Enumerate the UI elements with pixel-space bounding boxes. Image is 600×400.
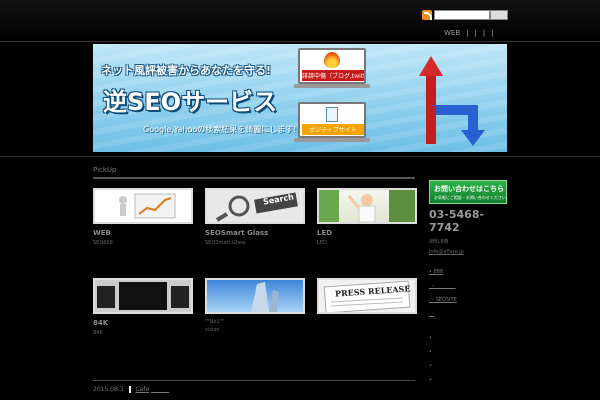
card-excerpt: SEOSmart Glass	[205, 240, 246, 246]
card-excerpt: LED	[317, 240, 327, 246]
post-meta: 2015.08.3 Cafe ______	[93, 386, 169, 393]
laptop-positive-sites: ポジティブサイト	[294, 102, 370, 142]
contact-button-subtitle: お気軽にご相談・お問い合わせください。	[434, 195, 510, 200]
thumb-vision[interactable]	[205, 278, 305, 314]
bullet: •	[429, 377, 432, 383]
nav-separator[interactable]: |	[483, 29, 485, 41]
rss-icon[interactable]	[422, 10, 432, 20]
sidebar-link-label[interactable]: SEOSITE	[436, 297, 457, 303]
document-icon	[326, 107, 338, 122]
bullet: •	[429, 363, 432, 369]
bullet: •	[429, 349, 432, 355]
nav-separator[interactable]: |	[475, 29, 477, 41]
card-title[interactable]: WEB	[93, 229, 193, 237]
bullet: •	[429, 335, 432, 341]
pickup-card-web[interactable]: WEB SEO668	[93, 188, 193, 246]
post-category-underline: ______	[151, 386, 170, 393]
person-photo-icon	[319, 190, 415, 222]
thumb-press[interactable]: PRESS RELEASE	[317, 278, 417, 314]
thumb-led[interactable]	[317, 188, 417, 224]
separator	[129, 386, 132, 393]
phone-number: 03-5468-7742	[429, 208, 485, 234]
sidebar-link[interactable]: - SEOSITE	[429, 297, 509, 311]
nav-item-web[interactable]: WEB	[444, 29, 460, 41]
card-excerpt: 84K	[93, 330, 103, 336]
laptop-negative-sites: 誹謗中傷（ブログ,twitter,2ch）	[294, 48, 370, 88]
business-hours: 9時18時	[429, 239, 449, 245]
reverse-arrows-icon	[419, 56, 485, 146]
seo-banner[interactable]: ネット風評被害からあなたを守る! 逆SEOサービス Google,Yahooの検…	[93, 44, 507, 152]
sidebar-link[interactable]: • 888	[429, 269, 509, 283]
monitors-icon	[97, 282, 189, 310]
laptop-positive-label: ポジティブサイト	[302, 124, 364, 135]
contact-button-title: お問い合わせはこちら	[434, 185, 504, 193]
pickup-card-press[interactable]: PRESS RELEASE	[317, 278, 417, 319]
banner-caption: Google,Yahooの検索結果を綺麗にします!	[143, 125, 297, 134]
sidebar-link-label[interactable]: 888	[434, 269, 444, 275]
thumb-web[interactable]	[93, 188, 193, 224]
card-excerpt: ""No1""	[205, 319, 225, 325]
pickup-card-seosmart[interactable]: Search SEOSmart Glass SEOSmart Glass	[205, 188, 305, 246]
chart-figure-icon	[119, 193, 176, 219]
banner-title: 逆SEOサービス	[103, 88, 278, 116]
post-date: 2015.08.3	[93, 386, 124, 393]
pickup-card-vision[interactable]: ""No1"" vision	[205, 278, 305, 333]
sidebar-links: • 888 - ________ - SEOSITE -	[429, 269, 509, 325]
nav-separator[interactable]: |	[491, 29, 493, 41]
banner-tagline: ネット風評被害からあなたを守る!	[101, 64, 272, 77]
post-category[interactable]: Cafe	[135, 386, 149, 393]
flame-icon	[324, 52, 340, 68]
contact-button[interactable]: お問い合わせはこちら お気軽にご相談・お問い合わせください。	[429, 180, 510, 204]
pickup-card-led[interactable]: LED LED	[317, 188, 417, 246]
search-button[interactable]	[490, 10, 508, 20]
top-bar: WEB | | | |	[0, 0, 600, 42]
skyscraper-icon	[251, 282, 279, 312]
global-nav: WEB | | | |	[444, 29, 494, 41]
sidebar-link[interactable]: -	[429, 311, 509, 325]
thumb-84k[interactable]	[93, 278, 193, 314]
card-excerpt: SEO668	[93, 240, 113, 246]
pickup-heading: PickUp	[93, 166, 415, 179]
nav-separator[interactable]: |	[466, 29, 468, 41]
sidebar: お問い合わせはこちら お気軽にご相談・お問い合わせください。 03-5468-7…	[429, 180, 510, 391]
search-input[interactable]	[434, 10, 490, 20]
card-excerpt-2: vision	[205, 327, 220, 333]
laptop-negative-label: 誹謗中傷（ブログ,twitter,2ch）	[302, 70, 364, 81]
email-link[interactable]: info@aflare.jp	[429, 249, 509, 255]
sidebar-link[interactable]: - ________	[429, 283, 509, 297]
pickup-card-84k[interactable]: 84K 84K	[93, 278, 193, 336]
divider	[93, 380, 415, 381]
divider	[0, 156, 600, 157]
sidebar-bullets: • • • •	[429, 335, 509, 391]
card-title[interactable]: 84K	[93, 319, 193, 327]
card-title[interactable]: LED	[317, 229, 417, 237]
card-title[interactable]: SEOSmart Glass	[205, 229, 305, 237]
thumb-seosmart[interactable]: Search	[205, 188, 305, 224]
